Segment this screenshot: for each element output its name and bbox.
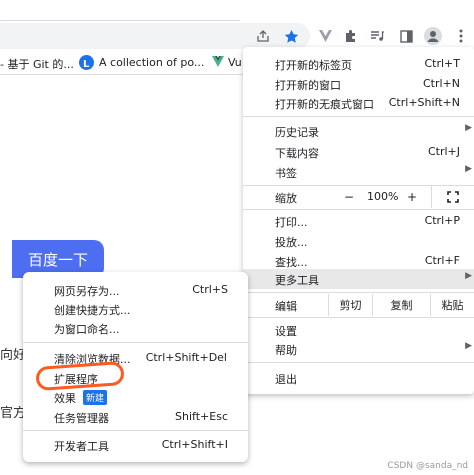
menu-item-help[interactable]: 帮助 ▶ bbox=[243, 339, 474, 359]
zoom-row: 缩放 − 100% + bbox=[243, 186, 474, 208]
puzzle-icon[interactable] bbox=[340, 25, 362, 47]
watermark: CSDN @sanda_nd bbox=[387, 461, 468, 471]
menu-divider bbox=[243, 116, 474, 117]
menu-divider bbox=[243, 362, 474, 363]
submenu-item-effects[interactable]: 效果 新建 bbox=[23, 387, 248, 407]
bookmark-star-icon[interactable] bbox=[280, 25, 302, 47]
media-playlist-icon[interactable] bbox=[366, 25, 388, 47]
side-panel-icon[interactable] bbox=[395, 25, 417, 47]
new-badge: 新建 bbox=[83, 390, 108, 405]
zoom-out-button[interactable]: − bbox=[344, 190, 354, 204]
menu-divider bbox=[23, 342, 248, 343]
more-vert-icon[interactable] bbox=[450, 25, 472, 47]
cut-button[interactable]: 剪切 bbox=[328, 294, 372, 316]
copy-button[interactable]: 复制 bbox=[372, 294, 430, 316]
submenu-item-create-shortcut[interactable]: 创建快捷方式... bbox=[23, 299, 248, 319]
menu-divider bbox=[243, 292, 474, 293]
bookmark-item[interactable]: A collection of po... bbox=[99, 56, 204, 69]
menu-divider bbox=[23, 430, 248, 431]
submenu-item-devtools[interactable]: 开发者工具 Ctrl+Shift+I bbox=[23, 435, 248, 455]
browser-toolbar bbox=[0, 0, 474, 50]
profile-avatar-icon[interactable] bbox=[422, 25, 444, 47]
vue-extension-icon[interactable] bbox=[314, 25, 336, 47]
svg-text:L: L bbox=[83, 59, 90, 70]
fullscreen-icon bbox=[447, 191, 459, 203]
menu-item-find[interactable]: 查找... Ctrl+F bbox=[243, 251, 474, 271]
submenu-item-save-page[interactable]: 网页另存为... Ctrl+S bbox=[23, 280, 248, 300]
bookmark-favicon-icon: L bbox=[79, 55, 94, 70]
vue-favicon-icon bbox=[212, 56, 224, 70]
menu-item-bookmarks[interactable]: 书签 ▶ bbox=[243, 162, 474, 182]
browser-window: - 基于 Git 的... L A collection of po... Vu… bbox=[0, 0, 474, 475]
menu-item-new-window[interactable]: 打开新的窗口 Ctrl+N bbox=[243, 74, 474, 94]
edit-row: 编辑 剪切 复制 粘贴 bbox=[243, 294, 474, 316]
menu-item-incognito[interactable]: 打开新的无痕式窗口 Ctrl+Shift+N bbox=[243, 93, 474, 113]
menu-item-settings[interactable]: 设置 bbox=[243, 320, 474, 340]
menu-item-downloads[interactable]: 下载内容 Ctrl+J bbox=[243, 142, 474, 162]
chevron-right-icon: ▶ bbox=[465, 271, 472, 281]
menu-item-new-tab[interactable]: 打开新的标签页 Ctrl+T bbox=[243, 54, 474, 74]
chevron-right-icon: ▶ bbox=[465, 164, 472, 174]
menu-item-print[interactable]: 打印... Ctrl+P bbox=[243, 211, 474, 231]
menu-item-history[interactable]: 历史记录 ▶ bbox=[243, 121, 474, 141]
zoom-level: 100% bbox=[367, 190, 399, 203]
chevron-right-icon: ▶ bbox=[465, 123, 472, 133]
chrome-main-menu: 打开新的标签页 Ctrl+T 打开新的窗口 Ctrl+N 打开新的无痕式窗口 C… bbox=[243, 47, 474, 394]
fullscreen-button[interactable] bbox=[431, 186, 474, 208]
submenu-item-task-manager[interactable]: 任务管理器 Shift+Esc bbox=[23, 407, 248, 427]
chevron-right-icon: ▶ bbox=[465, 341, 472, 351]
share-icon[interactable] bbox=[252, 25, 274, 47]
menu-item-exit[interactable]: 退出 bbox=[243, 368, 474, 388]
bookmark-item[interactable]: Vu bbox=[228, 56, 242, 69]
paste-button[interactable]: 粘贴 bbox=[430, 294, 474, 316]
zoom-in-button[interactable]: + bbox=[407, 190, 417, 204]
menu-item-cast[interactable]: 投放... bbox=[243, 231, 474, 251]
submenu-item-name-window[interactable]: 为窗口命名... bbox=[23, 318, 248, 338]
menu-divider bbox=[243, 209, 474, 210]
bookmark-item[interactable]: - 基于 Git 的... bbox=[0, 56, 74, 72]
menu-item-more-tools[interactable]: 更多工具 ▶ bbox=[243, 269, 474, 289]
tab-strip bbox=[0, 0, 240, 21]
menu-divider bbox=[243, 317, 474, 318]
